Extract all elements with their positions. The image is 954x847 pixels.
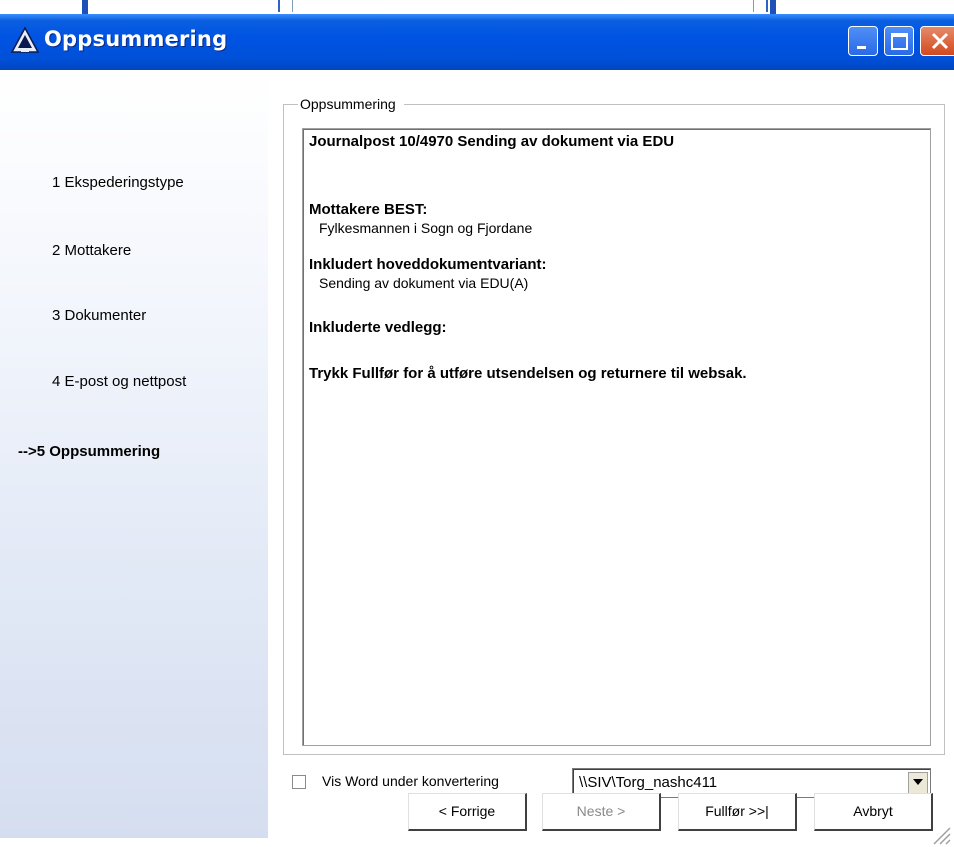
recipients-value: Fylkesmannen i Sogn og Fjordane	[319, 220, 533, 236]
step-email-netpost: 4 E-post og nettpost	[52, 373, 187, 390]
chevron-down-icon	[913, 779, 923, 785]
maximize-icon	[891, 33, 908, 50]
instruction-text: Trykk Fullfør for å utføre utsendelsen o…	[309, 365, 747, 382]
wizard-client-area: 1 Ekspederingstype 2 Mottakere 3 Dokumen…	[0, 70, 954, 847]
printer-select-value: \\SIV\Torg_nashc411	[579, 774, 718, 791]
app-triangle-icon	[10, 26, 40, 53]
maximize-button[interactable]	[884, 26, 914, 56]
background-app-edge	[0, 0, 954, 14]
background-window-border	[770, 0, 776, 14]
next-button[interactable]: Neste >	[542, 793, 661, 831]
recipients-heading: Mottakere BEST:	[309, 201, 428, 218]
background-window-border	[82, 0, 88, 14]
show-word-checkbox[interactable]	[292, 775, 306, 789]
printer-dropdown-button[interactable]	[908, 772, 928, 794]
step-recipients: 2 Mottakere	[52, 242, 132, 259]
close-button[interactable]	[920, 26, 954, 56]
minimize-icon	[857, 46, 866, 49]
summary-heading: Journalpost 10/4970 Sending av dokument …	[309, 133, 675, 150]
step-expedition-type: 1 Ekspederingstype	[52, 174, 184, 191]
step-documents: 3 Dokumenter	[52, 307, 147, 324]
wizard-steps-sidebar: 1 Ekspederingstype 2 Mottakere 3 Dokumen…	[0, 70, 268, 838]
window-title: Oppsummering	[44, 27, 228, 51]
background-window-frame	[278, 0, 768, 12]
cancel-button[interactable]: Avbryt	[814, 793, 933, 831]
minimize-button[interactable]	[848, 26, 878, 56]
attachments-heading: Inkluderte vedlegg:	[309, 319, 447, 336]
main-document-heading: Inkludert hoveddokumentvariant:	[309, 256, 547, 273]
finish-button[interactable]: Fullfør >>|	[678, 793, 797, 831]
summary-text-area[interactable]: Journalpost 10/4970 Sending av dokument …	[302, 128, 931, 746]
wizard-window: Oppsummering 1 Ekspederingstype 2 Mottak…	[0, 14, 954, 847]
main-document-value: Sending av dokument via EDU(A)	[319, 275, 529, 291]
resize-grip-icon[interactable]	[930, 826, 952, 846]
title-bar[interactable]: Oppsummering	[0, 14, 954, 70]
back-button[interactable]: < Forrige	[408, 793, 527, 831]
close-icon	[931, 32, 949, 50]
summary-group-label: Oppsummering	[298, 96, 404, 112]
step-summary-current: -->5 Oppsummering	[18, 443, 161, 460]
show-word-label[interactable]: Vis Word under konvertering	[322, 773, 499, 789]
